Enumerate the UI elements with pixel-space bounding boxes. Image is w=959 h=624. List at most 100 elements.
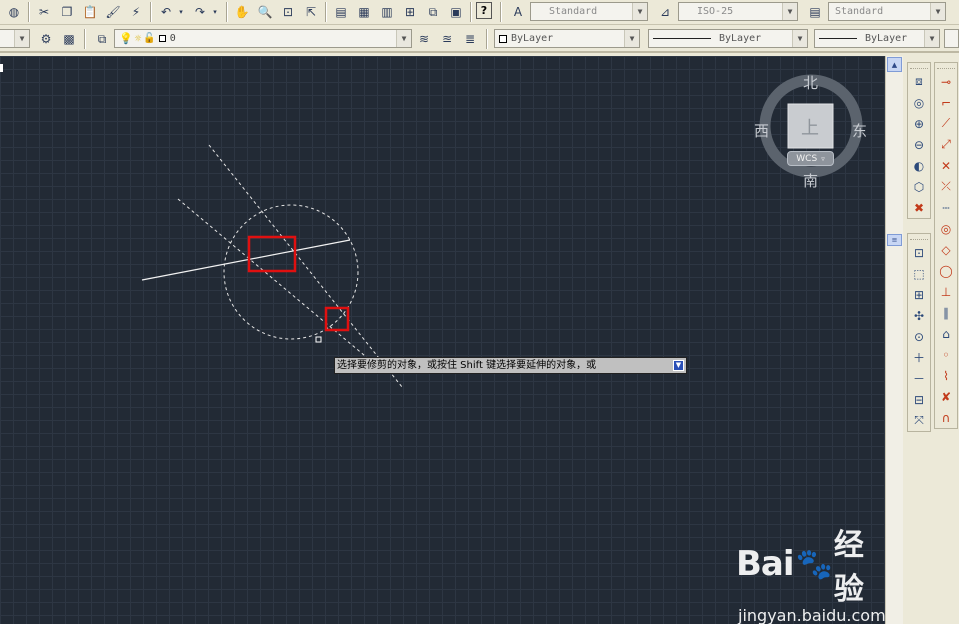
- cube-icon[interactable]: ⬡: [908, 176, 930, 197]
- snap-quadrant-icon[interactable]: ◇: [935, 239, 957, 260]
- snap-endpoint-icon[interactable]: ⟋: [935, 113, 957, 134]
- paste-icon[interactable]: 📋: [80, 2, 100, 22]
- compass-west-label[interactable]: 西: [754, 120, 769, 141]
- chevron-down-icon[interactable]: ▼: [924, 30, 939, 47]
- options-dropdown-icon[interactable]: ▼: [673, 360, 684, 371]
- palette-grip[interactable]: [937, 64, 955, 69]
- snap-perpendicular-icon[interactable]: ⊥: [935, 281, 957, 302]
- shade-icon[interactable]: ◐: [908, 155, 930, 176]
- scissors-icon[interactable]: ✂: [34, 2, 54, 22]
- vertical-scrollbar[interactable]: ▲ ≡: [885, 56, 903, 624]
- zoom-all-icon[interactable]: ⊟: [908, 389, 930, 410]
- dim-style-combo[interactable]: ISO-25 ▼: [678, 2, 798, 21]
- snap-apparent-intersection-icon[interactable]: ⤫: [935, 176, 957, 197]
- layer-combo[interactable]: 💡 ☼ 🔓 0 ▼: [114, 29, 412, 48]
- chevron-down-icon[interactable]: ▼: [632, 3, 647, 20]
- pan-icon[interactable]: ✋: [232, 2, 252, 22]
- viewcube-face-label[interactable]: 上: [801, 114, 819, 140]
- zoom-object-icon[interactable]: ⊙: [908, 326, 930, 347]
- text-style-combo[interactable]: Standard ▼: [530, 2, 648, 21]
- dashed-line-1[interactable]: [208, 144, 403, 388]
- solid-line[interactable]: [141, 239, 351, 281]
- undo-dropdown-icon[interactable]: ▾: [176, 2, 186, 22]
- redo-dropdown-icon[interactable]: ▾: [210, 2, 220, 22]
- dim-style-icon[interactable]: ⊿: [655, 2, 675, 22]
- zoom-out-icon[interactable]: －: [908, 368, 930, 389]
- palette-grip[interactable]: [910, 64, 928, 69]
- color-combo[interactable]: ByLayer ▼: [494, 29, 640, 48]
- zoom-center-icon[interactable]: ✣: [908, 305, 930, 326]
- snap-settings-icon[interactable]: ∩: [935, 407, 957, 428]
- palette-grip[interactable]: [910, 235, 928, 240]
- linetype-combo[interactable]: ByLayer ▼: [648, 29, 808, 48]
- dashed-line-2[interactable]: [177, 198, 378, 367]
- table-style-icon[interactable]: ▤: [805, 2, 825, 22]
- layer-previous-icon[interactable]: ≊: [437, 29, 457, 49]
- compass-south-label[interactable]: 南: [803, 170, 818, 191]
- cube-delete-icon[interactable]: ✖: [908, 197, 930, 218]
- chevron-down-icon[interactable]: ▼: [930, 3, 945, 20]
- snap-intersection-icon[interactable]: ✕: [935, 155, 957, 176]
- block-editor-icon[interactable]: ⚡: [126, 2, 146, 22]
- make-current-layer-icon[interactable]: ≋: [414, 29, 434, 49]
- sphere-remove-icon[interactable]: ⊖: [908, 134, 930, 155]
- snap-midpoint-icon[interactable]: ⤢: [935, 134, 957, 155]
- chevron-down-icon[interactable]: ▼: [396, 30, 411, 47]
- color-swatch-icon: [158, 35, 166, 42]
- markup-icon[interactable]: ⧉: [423, 2, 443, 22]
- compass-east-label[interactable]: 东: [852, 120, 867, 141]
- snap-node-icon[interactable]: ◦: [935, 344, 957, 365]
- 3d-view-icon[interactable]: ⧈: [908, 71, 930, 92]
- table-style-combo[interactable]: Standard ▼: [828, 2, 946, 21]
- chevron-down-icon[interactable]: ▼: [14, 30, 29, 47]
- snap-temp-track-icon[interactable]: ⊸: [935, 71, 957, 92]
- undo-icon[interactable]: ↶: [156, 2, 176, 22]
- properties-icon[interactable]: ▤: [331, 2, 351, 22]
- snap-center-icon[interactable]: ◎: [935, 218, 957, 239]
- zoom-window-icon[interactable]: ⊡: [908, 242, 930, 263]
- sheet-set-icon[interactable]: ⊞: [400, 2, 420, 22]
- layer-isolate-icon[interactable]: ≣: [460, 29, 480, 49]
- help-icon[interactable]: ?: [476, 2, 492, 19]
- zoom-realtime-icon[interactable]: 🔍: [255, 2, 275, 22]
- zoom-in-icon[interactable]: ＋: [908, 347, 930, 368]
- chevron-down-icon[interactable]: ▼: [782, 3, 797, 20]
- layer-properties-icon[interactable]: ⧉: [92, 29, 112, 49]
- scroll-up-icon[interactable]: ▲: [887, 57, 902, 72]
- text-style-icon[interactable]: A: [508, 2, 528, 22]
- zoom-extents-icon[interactable]: ⤧: [908, 410, 930, 431]
- chevron-down-icon[interactable]: ▼: [624, 30, 639, 47]
- scroll-thumb[interactable]: ≡: [887, 234, 902, 246]
- snap-tangent-icon[interactable]: ◯: [935, 260, 957, 281]
- globe-icon[interactable]: ◍: [4, 2, 24, 22]
- plot-style-combo[interactable]: [944, 29, 959, 48]
- zoom-window-icon[interactable]: ⊡: [278, 2, 298, 22]
- snap-insert-icon[interactable]: ⌂: [935, 323, 957, 344]
- gear-icon[interactable]: ⚙: [36, 29, 56, 49]
- workspace-combo[interactable]: ▼: [0, 29, 30, 48]
- copy-icon[interactable]: ❐: [57, 2, 77, 22]
- drawing-canvas[interactable]: 北 南 东 西 上 WCS ▿ 选择要修剪的对象，或按住 Shift 键选择要延…: [0, 56, 885, 624]
- lineweight-preview: [819, 38, 857, 39]
- snap-extension-icon[interactable]: ┄: [935, 197, 957, 218]
- snap-nearest-icon[interactable]: ⌇: [935, 365, 957, 386]
- layer-state-icon[interactable]: ▩: [59, 29, 79, 49]
- compass-north-label[interactable]: 北: [803, 72, 818, 93]
- lineweight-value: ByLayer: [865, 33, 908, 44]
- design-center-icon[interactable]: ▦: [354, 2, 374, 22]
- chevron-down-icon[interactable]: ▼: [792, 30, 807, 47]
- snap-parallel-icon[interactable]: ∥: [935, 302, 957, 323]
- lineweight-combo[interactable]: ByLayer ▼: [814, 29, 940, 48]
- zoom-scale-icon[interactable]: ⊞: [908, 284, 930, 305]
- redo-icon[interactable]: ↷: [190, 2, 210, 22]
- snap-none-icon[interactable]: ✘: [935, 386, 957, 407]
- tool-palettes-icon[interactable]: ▥: [377, 2, 397, 22]
- sphere-icon[interactable]: ◎: [908, 92, 930, 113]
- sphere-add-icon[interactable]: ⊕: [908, 113, 930, 134]
- calculator-icon[interactable]: ▣: [446, 2, 466, 22]
- snap-from-icon[interactable]: ⌐: [935, 92, 957, 113]
- wcs-menu-button[interactable]: WCS ▿: [787, 151, 834, 166]
- zoom-dynamic-icon[interactable]: ⬚: [908, 263, 930, 284]
- zoom-previous-icon[interactable]: ⇱: [301, 2, 321, 22]
- match-properties-icon[interactable]: 🖌: [103, 2, 123, 22]
